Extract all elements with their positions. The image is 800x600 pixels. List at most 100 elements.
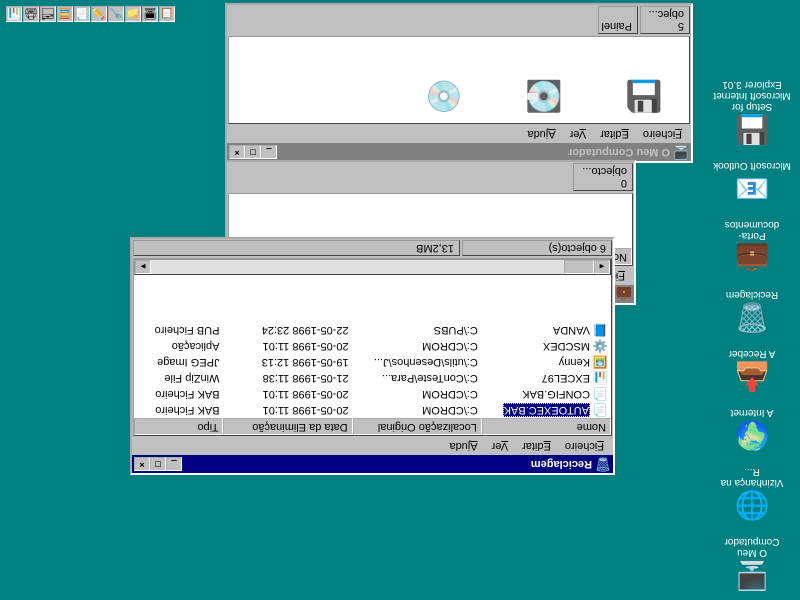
recycle-cell-2: 19-05-1998 12:13 xyxy=(223,356,352,368)
window-recycle[interactable]: 🗑️ Reciclagem _ □ × FicheiroEditarVerAju… xyxy=(130,237,615,475)
recycle-cell-0: 🖼️Kenny xyxy=(482,355,611,369)
file-icon: 🖼️ xyxy=(593,355,607,369)
recycle-column-2[interactable]: Data da Eliminação xyxy=(223,418,352,435)
my-computer-icon: 🖥️ xyxy=(736,560,768,592)
briefcase-icon: 💼 xyxy=(736,243,768,275)
recycle-cell-0: 📊EXCEL97 xyxy=(482,371,611,385)
recycle-file-row[interactable]: 📄CONFIG.BAKC:\CDROM20-05-1998 11:01BAK F… xyxy=(134,386,611,402)
maximize-button[interactable]: □ xyxy=(150,457,166,471)
internet-icon: 🌍 xyxy=(736,420,768,452)
minimize-button[interactable]: _ xyxy=(261,145,277,159)
close-button[interactable]: × xyxy=(134,457,150,471)
menubar-recycle: FicheiroEditarVerAjuda xyxy=(132,437,613,455)
recycle-file-row[interactable]: 📊EXCEL97C:\ConTeste\Para...21-05-1998 11… xyxy=(134,370,611,386)
recycle-cell-2: 20-05-1998 11:01 xyxy=(223,404,352,416)
statusbar-mycomputer: 5 objec... Painel xyxy=(227,5,691,35)
titlebar-mycomputer[interactable]: 🖥️ O Meu Computador _ □ × xyxy=(227,143,691,161)
ie-setup-label: Setup for Microsoft Internet Explorer 3.… xyxy=(712,79,792,112)
cdrom-drive-icon: 💿 xyxy=(425,81,462,113)
menubar-mycomputer: FicheiroEditarVerAjuda xyxy=(227,125,691,143)
mycomputer-title: O Meu Computador xyxy=(277,146,670,158)
mycomputer-titlebar-icon: 🖥️ xyxy=(673,144,689,160)
content-mycomputer[interactable]: 💾 💽 💿 xyxy=(228,36,690,124)
scroll-thumb[interactable] xyxy=(564,260,594,274)
briefcase-label: Porta-documentos xyxy=(712,219,792,241)
recycle-file-row[interactable]: 🖼️KennyC:\utils\Desenhos\J...19-05-1998 … xyxy=(134,354,611,370)
briefcase-desktop-icon[interactable]: 💼 Porta-documentos xyxy=(712,219,792,275)
recycle-cell-2: 21-05-1998 11:38 xyxy=(223,372,352,384)
file-icon: 📘 xyxy=(593,323,607,337)
close-button[interactable]: × xyxy=(229,145,245,159)
file-name: EXCEL97 xyxy=(542,372,590,384)
tray-icon-2[interactable]: 🖥 xyxy=(142,6,158,22)
tray-icon-3[interactable]: 📁 xyxy=(125,6,141,22)
tray-icon-6[interactable]: 📄 xyxy=(74,6,90,22)
file-icon: 📊 xyxy=(593,371,607,385)
ie-setup-desktop-icon[interactable]: 💾 Setup for Microsoft Internet Explorer … xyxy=(712,79,792,146)
tray-icon-8[interactable]: 🗂 xyxy=(40,6,56,22)
window-my-computer[interactable]: 🖥️ O Meu Computador _ □ × FicheiroEditar… xyxy=(225,3,693,163)
hard-drive-icon: 💽 xyxy=(525,81,562,113)
network-neighborhood-icon: 🌐 xyxy=(736,490,768,522)
floppy-drive[interactable]: 💾 xyxy=(619,81,669,113)
recycle-column-0[interactable]: Nome xyxy=(482,418,611,435)
mycomputer-menu-ver[interactable]: Ver xyxy=(563,126,594,142)
recycle-cell-1: C:\CDROM xyxy=(353,404,482,416)
outlook-desktop-icon[interactable]: 📧 Microsoft Outlook xyxy=(712,160,792,205)
outlook-label: Microsoft Outlook xyxy=(713,160,791,171)
recycle-menu-ver[interactable]: Ver xyxy=(485,438,516,454)
recycle-cell-1: C:\utils\Desenhos\J... xyxy=(353,356,482,368)
maximize-button[interactable]: □ xyxy=(245,145,261,159)
recycle-file-row[interactable]: 📄AUTOEXEC.BAKC:\CDROM20-05-1998 11:01BAK… xyxy=(134,402,611,418)
scroll-left-button[interactable]: ◄ xyxy=(594,260,610,274)
inbox-icon: 📥 xyxy=(736,361,768,393)
briefcase-titlebar-icon: 💼 xyxy=(616,286,632,302)
statusbar-briefcase: 0 objecto... xyxy=(227,162,634,192)
internet-desktop-icon[interactable]: 🌍 A Internet xyxy=(712,407,792,452)
recycle-file-row[interactable]: ⚙️MSCDEXC:\CDROM20-05-1998 11:01Aplicaçã… xyxy=(134,338,611,354)
recycle-column-1[interactable]: Localização Original xyxy=(353,418,482,435)
minimize-button[interactable]: _ xyxy=(166,457,182,471)
recycle-cell-0: 📘VANDA xyxy=(482,323,611,337)
titlebar-recycle[interactable]: 🗑️ Reciclagem _ □ × xyxy=(132,455,613,473)
statusbar-recycle: 6 objecto(s) 13,2MB xyxy=(132,239,613,257)
recycle-menu-ficheiro[interactable]: Ficheiro xyxy=(558,438,611,454)
file-name: Kenny xyxy=(559,356,590,368)
hard-drive[interactable]: 💽 xyxy=(519,81,569,113)
recycle-cell-2: 20-05-1998 11:01 xyxy=(223,340,352,352)
inbox-desktop-icon[interactable]: 📥 A Receber xyxy=(712,348,792,393)
recycle-menu-editar[interactable]: Editar xyxy=(515,438,558,454)
inbox-label: A Receber xyxy=(729,348,776,359)
file-name: CONFIG.BAK xyxy=(522,388,590,400)
mycomputer-menu-ficheiro[interactable]: Ficheiro xyxy=(636,126,689,142)
tray-icon-1[interactable]: 📋 xyxy=(159,6,175,22)
briefcase-status-count: 0 objecto... xyxy=(573,163,633,191)
horizontal-scrollbar[interactable]: ◄ ► xyxy=(134,259,611,275)
my-computer-desktop-icon[interactable]: 🖥️ O Meu Computador xyxy=(712,536,792,592)
scroll-track[interactable] xyxy=(151,260,594,274)
recycle-bin-desktop-icon[interactable]: 🗑️ Reciclagem xyxy=(712,289,792,334)
mycomputer-menu-ajuda[interactable]: Ajuda xyxy=(520,126,562,142)
recycle-title: Reciclagem xyxy=(182,458,592,470)
tray-icon-10[interactable]: 📊 xyxy=(6,6,22,22)
mycomputer-menu-editar[interactable]: Editar xyxy=(593,126,636,142)
tray-icon-5[interactable]: ✏️ xyxy=(91,6,107,22)
content-recycle[interactable]: NomeLocalização OriginalData da Eliminaç… xyxy=(133,258,612,436)
recycle-menu-ajuda[interactable]: Ajuda xyxy=(442,438,484,454)
tray-icon-9[interactable]: 🖨 xyxy=(23,6,39,22)
recycle-cell-2: 22-05-1998 23:24 xyxy=(223,324,352,336)
recycle-file-row[interactable]: 📘VANDAC:\PUBS22-05-1998 23:24PUB Ficheir… xyxy=(134,322,611,338)
tray-icon-7[interactable]: 🧮 xyxy=(57,6,73,22)
recycle-cell-1: C:\CDROM xyxy=(353,388,482,400)
cdrom-drive[interactable]: 💿 xyxy=(419,81,469,113)
recycle-cell-0: 📄AUTOEXEC.BAK xyxy=(482,403,611,417)
network-neighborhood-label: Vizinhança na R... xyxy=(712,466,792,488)
tray-icon-4[interactable]: 🔧 xyxy=(108,6,124,22)
internet-label: A Internet xyxy=(731,407,774,418)
file-name: AUTOEXEC.BAK xyxy=(503,403,590,417)
scroll-right-button[interactable]: ► xyxy=(135,260,151,274)
taskbar-tray: 📋 🖥 📁 🔧 ✏️ 📄 🧮 🗂 🖨 📊 xyxy=(6,6,175,22)
recycle-cell-1: C:\PUBS xyxy=(353,324,482,336)
network-neighborhood-desktop-icon[interactable]: 🌐 Vizinhança na R... xyxy=(712,466,792,522)
recycle-column-3[interactable]: Tipo xyxy=(134,418,223,435)
